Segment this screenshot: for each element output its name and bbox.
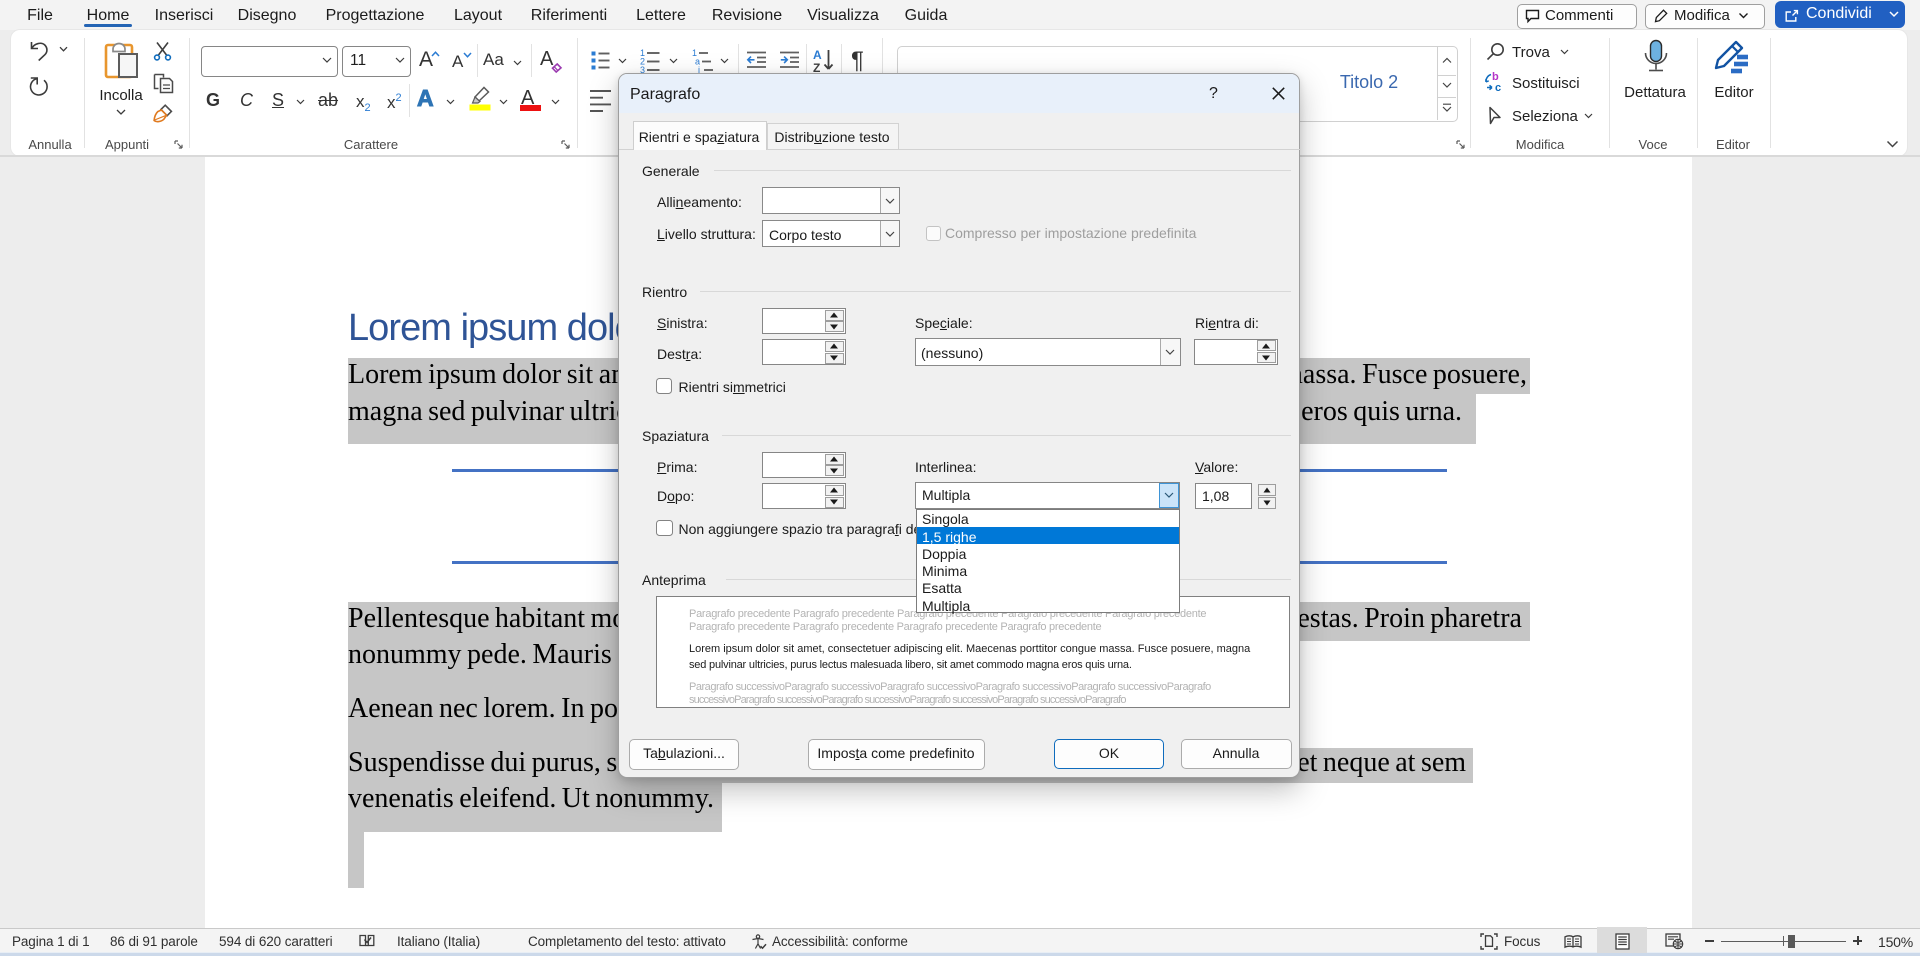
svg-text:c: c	[1495, 82, 1501, 94]
svg-text:A: A	[813, 48, 822, 62]
